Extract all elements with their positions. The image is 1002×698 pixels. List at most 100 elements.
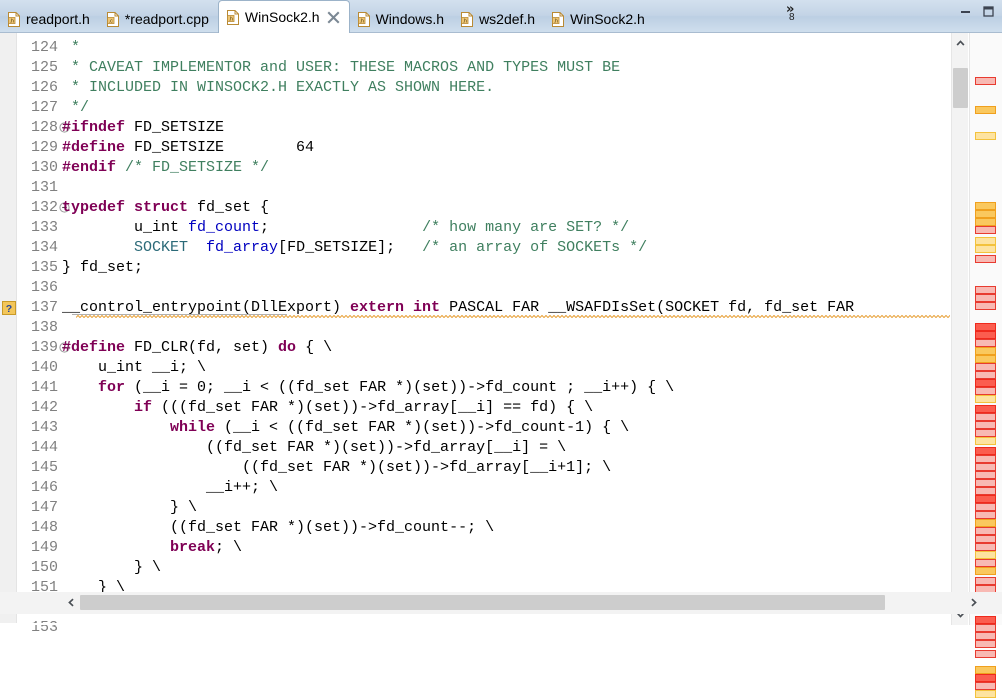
- overview-ruler-marker[interactable]: [975, 379, 996, 387]
- source-editor[interactable]: ? 12412512612712812913013113213313413513…: [0, 33, 1002, 647]
- scroll-right-icon[interactable]: [968, 596, 981, 609]
- overview-ruler-marker[interactable]: [975, 471, 996, 479]
- overview-ruler-marker[interactable]: [975, 495, 996, 503]
- overview-ruler-marker[interactable]: [975, 567, 996, 575]
- overview-ruler-marker[interactable]: [975, 77, 996, 85]
- overview-ruler-marker[interactable]: [975, 650, 996, 658]
- overview-ruler-marker[interactable]: [975, 616, 996, 624]
- overview-ruler-marker[interactable]: [975, 302, 996, 310]
- overview-ruler-marker[interactable]: [975, 363, 996, 371]
- overview-ruler-marker[interactable]: [975, 479, 996, 487]
- code-line: #endif /* FD_SETSIZE */: [62, 158, 269, 178]
- overview-ruler-marker[interactable]: [975, 535, 996, 543]
- overview-ruler-marker[interactable]: [975, 405, 996, 413]
- scroll-left-icon[interactable]: [64, 596, 77, 609]
- tab-overflow-button[interactable]: » 8: [784, 4, 810, 28]
- overview-ruler-marker[interactable]: [975, 519, 996, 527]
- overview-ruler-marker[interactable]: [975, 245, 996, 253]
- code-token: u_int __i; \: [62, 359, 206, 376]
- vertical-scroll-thumb[interactable]: [953, 68, 968, 108]
- h-file-icon: .h: [7, 12, 21, 27]
- overview-ruler-marker[interactable]: [975, 371, 996, 379]
- overview-ruler-marker[interactable]: [975, 286, 996, 294]
- overview-ruler-marker[interactable]: [975, 387, 996, 395]
- code-token: fd_set {: [188, 199, 269, 216]
- warning-question-icon[interactable]: ?: [2, 301, 16, 315]
- editor-tab-winsock2h[interactable]: .hWinSock2.h: [544, 5, 654, 33]
- close-icon[interactable]: [327, 11, 340, 24]
- code-token: #ifndef: [62, 119, 125, 136]
- code-line: #ifndef FD_SETSIZE: [62, 118, 224, 138]
- code-text-area[interactable]: * * CAVEAT IMPLEMENTOR and USER: THESE M…: [62, 33, 950, 625]
- overview-ruler-marker[interactable]: [975, 690, 996, 698]
- overview-ruler-marker[interactable]: [975, 632, 996, 640]
- overview-ruler-marker[interactable]: [975, 355, 996, 363]
- overview-ruler-marker[interactable]: [975, 395, 996, 403]
- code-line: ((fd_set FAR *)(set))->fd_count--; \: [62, 518, 494, 538]
- code-token: if: [134, 399, 152, 416]
- vertical-scrollbar[interactable]: [951, 33, 968, 625]
- code-token: break: [170, 539, 215, 556]
- overview-ruler-marker[interactable]: [975, 429, 996, 437]
- overview-ruler-marker[interactable]: [975, 106, 996, 114]
- overview-ruler-marker[interactable]: [975, 210, 996, 218]
- code-token: FD_SETSIZE 64: [125, 139, 314, 156]
- editor-tab-readportcpp[interactable]: .c*readport.cpp: [99, 5, 218, 33]
- line-number: 150: [18, 558, 58, 578]
- maximize-icon[interactable]: [982, 5, 995, 18]
- overview-ruler-marker[interactable]: [975, 294, 996, 302]
- overview-ruler-marker[interactable]: [975, 511, 996, 519]
- overview-ruler-marker[interactable]: [975, 347, 996, 355]
- code-token: #endif: [62, 159, 116, 176]
- overview-ruler-marker[interactable]: [975, 674, 996, 682]
- overview-ruler-marker[interactable]: [975, 413, 996, 421]
- editor-tab-label: WinSock2.h: [570, 11, 645, 27]
- overview-ruler-marker[interactable]: [975, 543, 996, 551]
- code-token: PASCAL FAR __WSAFDIsSet(SOCKET fd, fd_se…: [440, 299, 854, 316]
- overview-ruler-marker[interactable]: [975, 559, 996, 567]
- overview-ruler-marker[interactable]: [975, 255, 996, 263]
- overview-ruler-marker[interactable]: [975, 421, 996, 429]
- annotation-gutter[interactable]: ?: [0, 33, 17, 625]
- overview-ruler-marker[interactable]: [975, 447, 996, 455]
- line-number: 134: [18, 238, 58, 258]
- svg-text:.h: .h: [228, 16, 233, 22]
- horizontal-scrollbar[interactable]: [0, 592, 1002, 614]
- overview-ruler-marker[interactable]: [975, 463, 996, 471]
- svg-text:?: ?: [6, 303, 12, 315]
- overview-ruler-marker[interactable]: [975, 132, 996, 140]
- scroll-up-icon[interactable]: [954, 36, 967, 49]
- overview-ruler-marker[interactable]: [975, 226, 996, 234]
- editor-tab-winsock2h[interactable]: .hWinSock2.h: [218, 0, 350, 33]
- overview-ruler-marker[interactable]: [975, 237, 996, 245]
- overview-ruler-marker[interactable]: [975, 527, 996, 535]
- line-number: 143: [18, 418, 58, 438]
- editor-tab-readporth[interactable]: .hreadport.h: [0, 5, 99, 33]
- overview-ruler-marker[interactable]: [975, 682, 996, 690]
- code-token: [FD_SETSIZE];: [278, 239, 422, 256]
- overview-ruler-marker[interactable]: [975, 577, 996, 585]
- overview-ruler-marker[interactable]: [975, 331, 996, 339]
- code-line: *: [62, 38, 80, 58]
- code-line: * INCLUDED IN WINSOCK2.H EXACTLY AS SHOW…: [62, 78, 494, 98]
- c-file-icon: .c: [106, 12, 120, 27]
- overview-ruler[interactable]: [969, 33, 1002, 625]
- overview-ruler-marker[interactable]: [975, 666, 996, 674]
- overview-ruler-marker[interactable]: [975, 455, 996, 463]
- code-token: typedef struct: [62, 199, 188, 216]
- overview-ruler-marker[interactable]: [975, 339, 996, 347]
- editor-tab-windowsh[interactable]: .hWindows.h: [350, 5, 453, 33]
- editor-tab-ws2defh[interactable]: .hws2def.h: [453, 5, 544, 33]
- overview-ruler-marker[interactable]: [975, 487, 996, 495]
- overview-ruler-marker[interactable]: [975, 218, 996, 226]
- horizontal-scroll-thumb[interactable]: [80, 595, 885, 610]
- overview-ruler-marker[interactable]: [975, 437, 996, 445]
- overview-ruler-marker[interactable]: [975, 503, 996, 511]
- overview-ruler-marker[interactable]: [975, 624, 996, 632]
- code-token: [188, 239, 206, 256]
- overview-ruler-marker[interactable]: [975, 323, 996, 331]
- minimize-icon[interactable]: [959, 5, 972, 18]
- overview-ruler-marker[interactable]: [975, 551, 996, 559]
- overview-ruler-marker[interactable]: [975, 202, 996, 210]
- code-token: { \: [296, 339, 332, 356]
